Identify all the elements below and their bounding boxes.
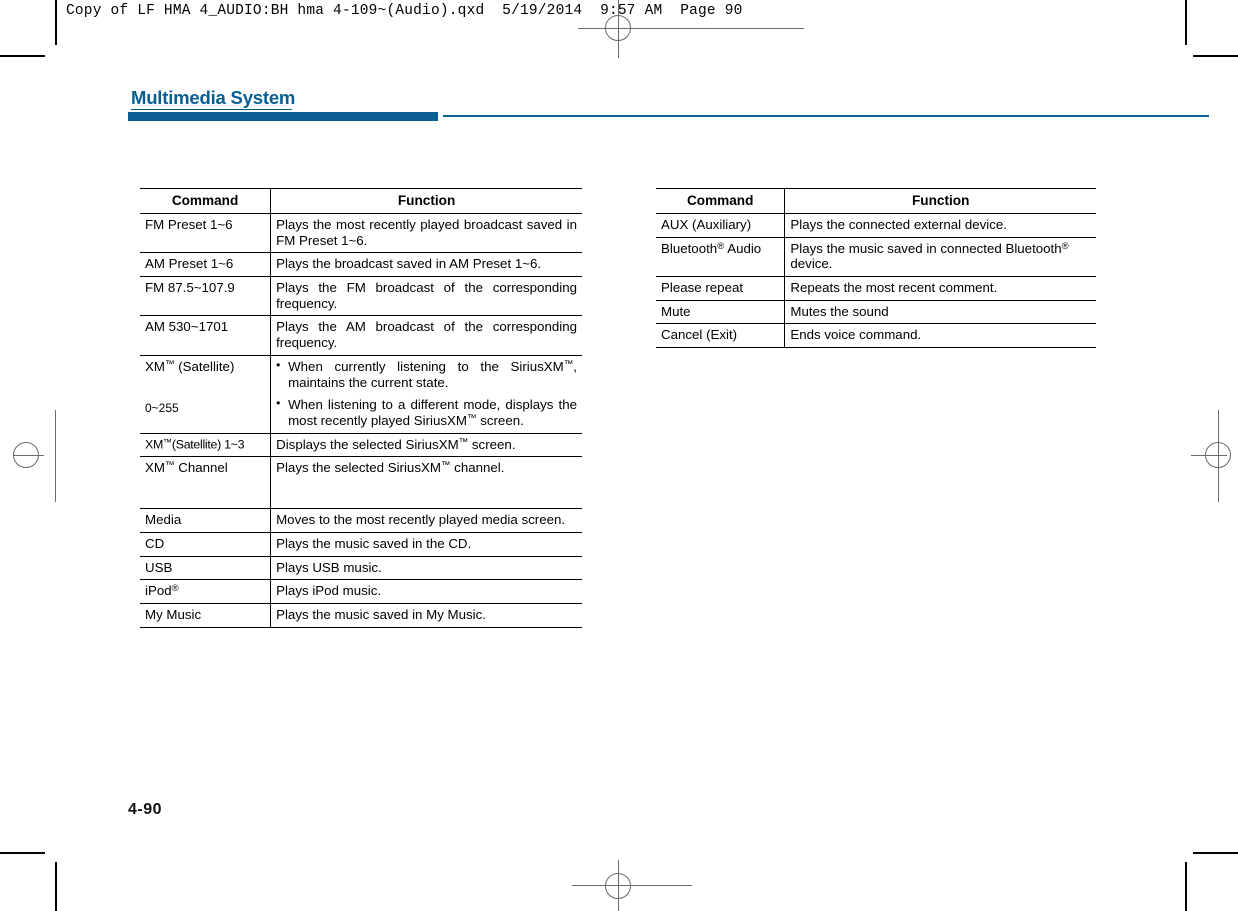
cell-function: Plays the connected external device. — [784, 213, 1096, 238]
table-row: My Music Plays the music saved in My Mus… — [140, 603, 582, 628]
cell-command: My Music — [140, 603, 272, 628]
crop-mark-bottom-left-vertical — [55, 862, 57, 911]
cell-command-secondary: 0~255 — [145, 400, 179, 415]
page-title-underline — [131, 109, 292, 111]
cell-command: Media — [140, 508, 272, 534]
page-title: Multimedia System — [131, 87, 296, 108]
column-header-command: Command — [140, 187, 272, 215]
table-row: Bluetooth® Audio Plays the music saved i… — [656, 237, 1096, 278]
voice-command-table-other: Command Function AUX (Auxiliary) Plays t… — [656, 187, 1096, 349]
table-header-row: Command Function — [656, 187, 1096, 215]
cell-command: XM™ Channel — [140, 456, 272, 510]
cell-function: Plays the broadcast saved in AM Preset 1… — [270, 252, 582, 278]
table-row: AUX (Auxiliary) Plays the connected exte… — [656, 213, 1096, 238]
cell-function: Plays the music saved in the CD. — [270, 532, 582, 557]
list-item-text: When currently listening to the SiriusXM… — [288, 358, 577, 390]
table-row: CD Plays the music saved in the CD. — [140, 532, 582, 557]
voice-command-table-media: Command Function FM Preset 1~6 Plays the… — [140, 187, 582, 628]
crop-mark-top-left-vertical — [55, 0, 57, 45]
table-row: Cancel (Exit) Ends voice command. — [656, 323, 1096, 349]
crop-mark-bottom-left-horizontal — [0, 852, 45, 854]
cell-function: Plays the AM broadcast of the correspond… — [270, 315, 582, 356]
table-row: XM™ (Satellite) 0~255 When currently lis… — [140, 355, 582, 434]
crop-mark-top-right-horizontal — [1193, 55, 1238, 57]
crop-mark-bottom-right-vertical — [1185, 862, 1187, 911]
table-row: AM Preset 1~6 Plays the broadcast saved … — [140, 252, 582, 278]
cell-function: Moves to the most recently played media … — [270, 508, 582, 534]
table-row: FM Preset 1~6 Plays the most recently pl… — [140, 213, 582, 254]
cell-command: CD — [140, 532, 272, 557]
cell-function: Plays the selected SiriusXM™ channel. — [270, 456, 582, 510]
table-row: FM 87.5~107.9 Plays the FM broadcast of … — [140, 276, 582, 317]
cell-function: Ends voice command. — [784, 323, 1096, 349]
table-row: Mute Mutes the sound — [656, 300, 1096, 325]
cell-command: Bluetooth® Audio — [656, 237, 786, 278]
column-header-function: Function — [270, 187, 582, 215]
cell-function: Displays the selected SiriusXM™ screen. — [270, 433, 582, 458]
cell-command: USB — [140, 556, 272, 581]
cell-command: iPod® — [140, 579, 272, 605]
list-item: When listening to a different mode, disp… — [276, 396, 577, 428]
printer-slug-line: Copy of LF HMA 4_AUDIO:BH hma 4-109~(Aud… — [66, 3, 743, 19]
column-header-function: Function — [784, 187, 1096, 215]
cell-function: When currently listening to the SiriusXM… — [270, 355, 582, 434]
header-accent-rule — [443, 115, 1209, 118]
table-row: Please repeat Repeats the most recent co… — [656, 276, 1096, 301]
header-accent-bar — [128, 112, 438, 121]
cell-command: AM 530~1701 — [140, 315, 272, 356]
cell-function: Plays the music saved in My Music. — [270, 603, 582, 628]
table-row: USB Plays USB music. — [140, 556, 582, 581]
cell-function: Plays iPod music. — [270, 579, 582, 605]
cell-command: XM™(Satellite) 1~3 — [140, 433, 272, 458]
table-row: iPod® Plays iPod music. — [140, 579, 582, 605]
cell-function: Plays the music saved in connected Bluet… — [784, 237, 1096, 278]
list-item-text: When listening to a different mode, disp… — [288, 397, 577, 428]
table-row: Media Moves to the most recently played … — [140, 508, 582, 534]
cell-command: XM™ (Satellite) 0~255 — [140, 355, 272, 434]
table-row: AM 530~1701 Plays the AM broadcast of th… — [140, 315, 582, 356]
cell-command: FM Preset 1~6 — [140, 213, 272, 254]
cell-function: Mutes the sound — [784, 300, 1096, 325]
cell-command: AUX (Auxiliary) — [656, 213, 786, 238]
crop-mark-bottom-right-horizontal — [1193, 852, 1238, 854]
cell-function: Repeats the most recent comment. — [784, 276, 1096, 301]
cell-function: Plays USB music. — [270, 556, 582, 581]
function-bullet-list: When currently listening to the SiriusXM… — [276, 358, 577, 429]
cell-function: Plays the FM broadcast of the correspond… — [270, 276, 582, 317]
table-header-row: Command Function — [140, 187, 582, 215]
list-item: When currently listening to the SiriusXM… — [276, 358, 577, 390]
cell-command: Cancel (Exit) — [656, 323, 786, 349]
cell-function: Plays the most recently played broadcast… — [270, 213, 582, 254]
cell-command: Mute — [656, 300, 786, 325]
crop-mark-top-left-horizontal — [0, 55, 45, 57]
table-row: XM™ Channel Plays the selected SiriusXM™… — [140, 456, 582, 510]
column-header-command: Command — [656, 187, 786, 215]
table-row: XM™(Satellite) 1~3 Displays the selected… — [140, 433, 582, 458]
cell-command: FM 87.5~107.9 — [140, 276, 272, 317]
cell-command: Please repeat — [656, 276, 786, 301]
crop-mark-top-right-vertical — [1185, 0, 1187, 45]
page-number: 4-90 — [128, 801, 163, 818]
cell-command-primary: XM™ (Satellite) — [145, 358, 235, 374]
cell-command: AM Preset 1~6 — [140, 252, 272, 278]
